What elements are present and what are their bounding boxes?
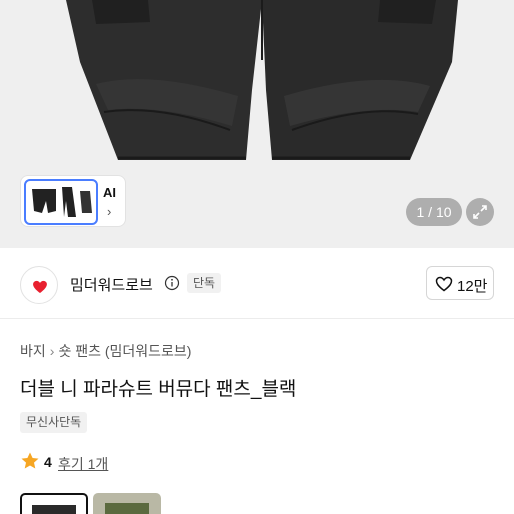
like-button[interactable]: 12만 [426, 266, 494, 300]
store-exclusive-badge: 단독 [187, 273, 222, 293]
thumbnail-image [32, 187, 92, 217]
heart-icon [435, 276, 453, 292]
product-title: 더블 니 파라슈트 버뮤다 팬츠_블랙 [20, 379, 297, 400]
heart-logo-icon [33, 280, 47, 293]
chevron-right-icon: › [107, 204, 112, 219]
ai-thumbnail-card[interactable]: AI › [20, 175, 126, 227]
product-image-gallery[interactable]: AI › 1 / 10 [0, 0, 514, 248]
star-icon [21, 452, 39, 469]
rating-score: 4 [44, 454, 52, 470]
color-option-black[interactable] [20, 493, 88, 514]
chevron-right-icon: › [49, 343, 55, 359]
review-count-link[interactable]: 후기 1개 [58, 454, 108, 474]
color-option-khaki[interactable] [93, 493, 161, 514]
like-count: 12만 [457, 278, 488, 295]
info-icon[interactable] [164, 275, 180, 291]
breadcrumb-item-subcategory[interactable]: 숏 팬츠 [58, 343, 101, 359]
breadcrumb: 바지 › 숏 팬츠 (밈더워드로브) [20, 341, 191, 361]
expand-button[interactable] [466, 198, 494, 226]
thumbnail-strip [24, 179, 98, 225]
ai-label: AI [103, 185, 116, 200]
option-image-khaki [105, 503, 149, 514]
expand-icon [473, 205, 487, 219]
breadcrumb-item-brand[interactable]: (밈더워드로브) [105, 343, 192, 359]
section-divider [0, 318, 514, 319]
breadcrumb-item-category[interactable]: 바지 [20, 343, 46, 359]
image-counter: 1 / 10 [406, 198, 462, 226]
option-image-black [32, 505, 76, 514]
exclusive-badge: 무신사단독 [20, 412, 88, 433]
store-logo[interactable] [20, 266, 58, 304]
store-name[interactable]: 밈더워드로브 [70, 274, 153, 295]
